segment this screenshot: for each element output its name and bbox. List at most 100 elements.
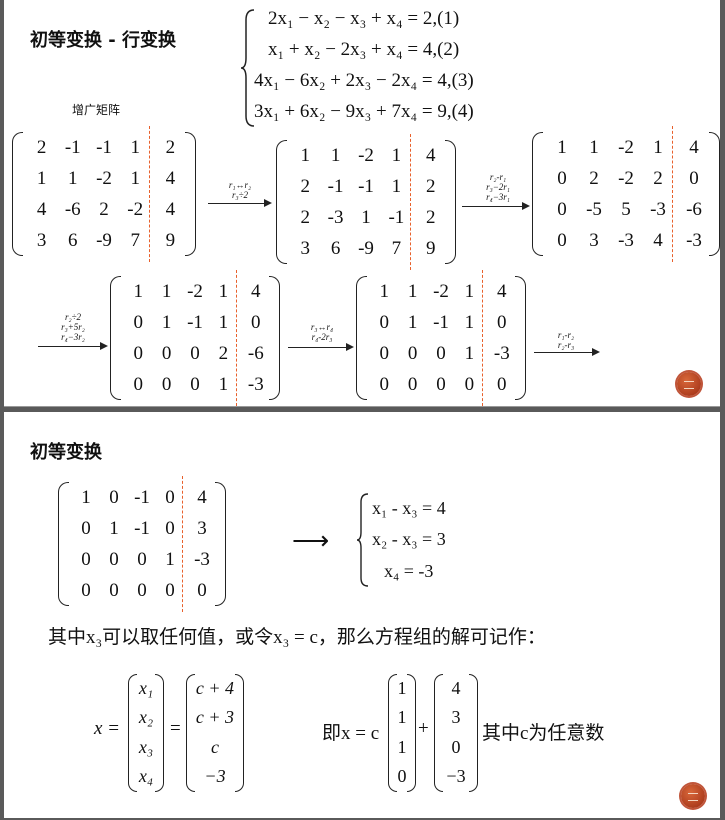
slide-solution: 初等变换 1 0 -1 0 4 0 1 -1 0 3 0 0 0 1 -3 0 0 0 0 0 ⟶ x₁ - x₃ =… (4, 412, 720, 818)
vector-entry: c (211, 736, 219, 757)
matrix-cell: -2 (187, 280, 203, 302)
slide2-title: 初等变换 (30, 442, 102, 463)
matrix-cell: -2 (96, 167, 112, 189)
vector-entry: 0 (397, 766, 407, 787)
matrix-4: 1 1 -2 1 4 0 1 -1 1 0 0 0 0 2 -6 0 0 0 1 -3 (110, 270, 280, 406)
matrix-cell: 4 (197, 486, 207, 508)
matrix-cell: 1 (379, 280, 389, 302)
equation-2: x₁ + x₂ − 2x₃ + x₄ = 4,(2) (268, 39, 460, 60)
matrix-cell: -6 (64, 198, 81, 220)
equation-3: 4x₁ − 6x₂ + 2x₃ − 2x₄ = 4,(3) (254, 70, 474, 91)
matrix-cell: 1 (218, 280, 229, 302)
vector-entry: 0 (451, 736, 461, 757)
slide-badge-icon (677, 372, 701, 396)
matrix-paren-left (12, 132, 23, 256)
matrix-cell: -3 (247, 373, 264, 395)
slide1-title: 初等变换 - 行变换 (30, 30, 177, 51)
matrix-cell: -1 (64, 136, 81, 158)
matrix-cell: 0 (557, 167, 567, 189)
op2-label-c: r₄−3r₁ (486, 192, 510, 202)
matrix-cell: 3 (300, 237, 310, 259)
matrix-cell: -3 (327, 206, 344, 228)
x-label: x = (94, 718, 121, 739)
matrix-cell: 1 (133, 280, 143, 302)
matrix-cell: 4 (251, 280, 261, 302)
matrix-cell: -1 (388, 206, 405, 228)
op1-label-a: r₁↔r₂ (228, 180, 252, 190)
matrix-paren-right (215, 482, 226, 606)
matrix-cell: -6 (686, 198, 702, 220)
vector-entry: −3 (446, 766, 466, 787)
op2-label-a: r₂-r₁ (489, 172, 507, 182)
arrow-3 (38, 342, 108, 350)
matrix-6: 1 0 -1 0 4 0 1 -1 0 3 0 0 0 1 -3 0 0 0 0 0 (58, 476, 226, 612)
matrix-cell: 1 (330, 144, 341, 166)
vector-entry: x₂ (138, 707, 154, 728)
op3-label-c: r₄−3r₂ (61, 332, 85, 342)
matrix-cell: 0 (109, 579, 119, 601)
matrix-cell: 0 (133, 311, 143, 333)
matrix-cell: -1 (358, 175, 374, 197)
matrix-cell: 0 (436, 373, 446, 395)
x-vector: x₁ x₂ x₃ x₄ (128, 674, 164, 792)
matrix-paren-right (269, 276, 280, 400)
matrix-cell: 1 (68, 167, 78, 189)
op4-label-group: r₃↔r₄ r₄-2r₃ (292, 322, 352, 342)
matrix-cell: 4 (497, 280, 507, 302)
matrix-paren-right (515, 276, 526, 400)
matrix-cell: 3 (197, 517, 207, 539)
matrix-cell: 2 (99, 198, 109, 220)
matrix-cell: 0 (133, 373, 143, 395)
matrix-cell: 1 (464, 280, 475, 302)
solution-eq-1: x₁ - x₃ = 4 (372, 498, 446, 518)
matrix-cell: 0 (689, 167, 699, 189)
matrix-cell: 1 (161, 280, 172, 302)
matrix-cell: 0 (190, 373, 200, 395)
matrix-cell: -3 (493, 342, 510, 364)
matrix-cell: 0 (197, 579, 207, 601)
solution-prefix: 即x = c (322, 723, 380, 744)
matrix-cell: 1 (391, 175, 402, 197)
equals-sign: = (170, 718, 181, 739)
particular-vector: 4 3 0 −3 (434, 674, 478, 792)
vector-entry: 3 (451, 707, 461, 728)
vector-entry: 1 (397, 707, 407, 728)
matrix-cell: 4 (165, 198, 176, 220)
matrix-cell: 2 (218, 342, 229, 364)
matrix-1: 2 -1 -1 1 2 1 1 -2 1 4 4 -6 2 -2 4 3 6 -9 7 9 (12, 126, 196, 262)
arrow-5 (534, 348, 600, 356)
matrix-cell: 0 (379, 342, 389, 364)
op4-label-a: r₃↔r₄ (310, 322, 334, 332)
slide-row-transform: 初等变换 - 行变换 2x₁ − x₂ − x₃ + x₄ = 2,(1) x₁… (4, 0, 720, 407)
matrix-paren-left (532, 132, 543, 256)
matrix-paren-left (58, 482, 69, 606)
matrix-cell: 0 (165, 517, 175, 539)
solution-eq-3: x₄ = -3 (384, 561, 434, 581)
matrix-cell: -1 (134, 517, 150, 539)
matrix-cell: 6 (68, 229, 78, 251)
matrix-cell: 9 (426, 237, 436, 259)
equation-1: 2x₁ − x₂ − x₃ + x₄ = 2,(1) (268, 8, 460, 29)
op1-label-group: r₁↔r₂ r₃÷2 (212, 180, 268, 200)
matrix-cell: 0 (379, 373, 389, 395)
matrix-cell: 0 (133, 342, 143, 364)
explanation-sentence: 其中x₃可以取任何值，或令x₃ = c，那么方程组的解可记作： (48, 627, 546, 648)
matrix-cell: -1 (327, 175, 344, 197)
matrix-cell: 1 (81, 486, 91, 508)
c-vector: c + 4 c + 3 c −3 (186, 674, 244, 792)
matrix-cell: 4 (653, 229, 663, 251)
matrix-cell: 4 (689, 136, 699, 158)
matrix-paren-right (709, 132, 720, 256)
matrix-cell: -2 (433, 280, 449, 302)
matrix-cell: 2 (165, 136, 176, 158)
matrix-cell: -1 (187, 311, 203, 333)
matrix-cell: -5 (586, 198, 602, 220)
matrix-cell: 4 (426, 144, 436, 166)
matrix-5: 1 1 -2 1 4 0 1 -1 1 0 0 0 0 1 -3 0 0 0 0 0 (356, 270, 526, 406)
slide-badge-icon (681, 784, 705, 808)
matrix-cell: 1 (300, 144, 310, 166)
matrix-cell: -2 (127, 198, 144, 220)
matrix-cell: 4 (165, 167, 176, 189)
matrix-cell: -3 (194, 548, 210, 570)
matrix-cell: 1 (361, 206, 371, 228)
